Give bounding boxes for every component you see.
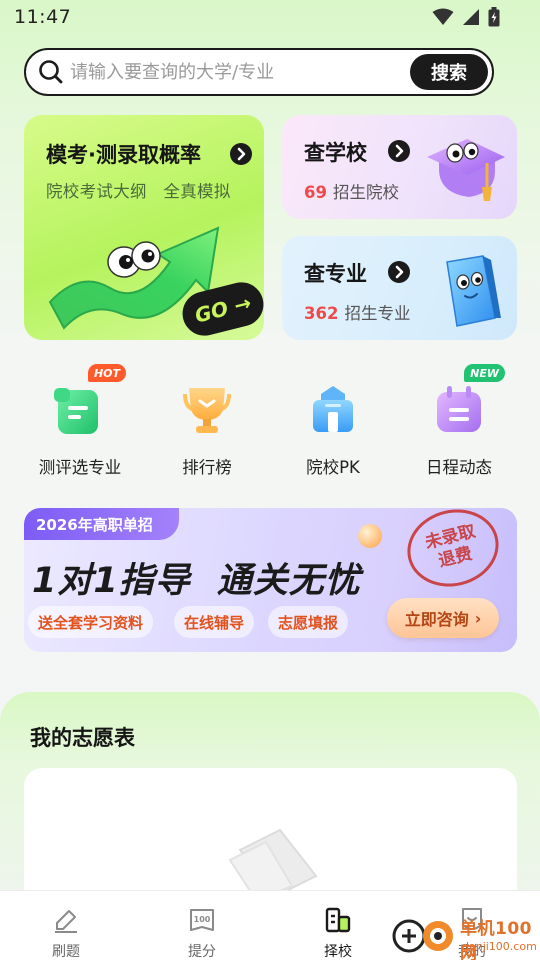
- search-icon: [39, 60, 63, 84]
- search-school-title: 查学校: [304, 141, 367, 165]
- evaluate-icon: HOT: [52, 364, 126, 438]
- banner-chip: 送全套学习资料: [28, 606, 154, 638]
- school-count-row: 69 招生院校: [304, 179, 399, 203]
- search-input[interactable]: [70, 58, 400, 86]
- quicknav-ranking[interactable]: 排行榜: [152, 382, 262, 478]
- wishlist-title: 我的志愿表: [30, 726, 135, 750]
- signal-icon: [463, 9, 479, 25]
- banner-tag: 2026年高职单招: [24, 508, 179, 540]
- major-count-label: 招生专业: [344, 304, 411, 323]
- promo-banner[interactable]: 2026年高职单招 1对1指导 通关无忧 未录取 退费 送全套学习资料 在线辅导 …: [24, 508, 517, 652]
- major-count: 362: [304, 304, 339, 323]
- refund-stamp: 未录取 退费: [399, 508, 507, 596]
- calendar-icon: NEW: [431, 364, 505, 438]
- wifi-icon: [432, 8, 454, 25]
- mock-exam-card[interactable]: 模考·测录取概率 院校考试大纲 全真模拟 GO →: [24, 115, 264, 340]
- banner-chip: 在线辅导: [174, 606, 255, 638]
- trophy-icon: [179, 382, 235, 438]
- arrow-right-circle-icon: [230, 143, 252, 165]
- choose-school-icon: [325, 907, 351, 933]
- consult-now-label: 立即咨询: [404, 610, 469, 629]
- quicknav-evaluate-major[interactable]: HOT 测评选专业: [25, 364, 135, 478]
- go-label: GO: [192, 296, 231, 328]
- tab-choose-school[interactable]: 择校: [298, 905, 378, 960]
- quicknav-school-pk[interactable]: 院校PK: [278, 382, 388, 478]
- banner-headline-part1: 1对1指导: [32, 561, 191, 601]
- graduation-cap-icon: [427, 139, 505, 201]
- quicknav-schedule[interactable]: NEW 日程动态: [404, 364, 514, 478]
- hot-tag: HOT: [87, 364, 126, 382]
- search-bar: 搜索: [24, 48, 494, 96]
- watermark-text: 单机100网: [460, 919, 532, 960]
- search-button[interactable]: 搜索: [410, 54, 488, 90]
- book-mascot-icon: [446, 255, 501, 327]
- consult-now-button[interactable]: 立即咨询 ›: [387, 598, 499, 638]
- mock-exam-title: 模考·测录取概率: [46, 143, 201, 167]
- new-tag: NEW: [464, 364, 505, 382]
- arrow-right-circle-icon: [388, 261, 410, 283]
- quicknav-label: 日程动态: [426, 458, 492, 477]
- search-major-card[interactable]: 查专业 362 招生专业: [282, 236, 517, 340]
- tab-practice[interactable]: 刷题: [26, 905, 106, 960]
- school-count: 69: [304, 183, 327, 202]
- orb-decoration: [358, 524, 382, 548]
- school-count-label: 招生院校: [332, 183, 399, 202]
- banner-chip: 志愿填报: [268, 606, 349, 638]
- watermark-url: danji100.com: [462, 940, 537, 953]
- svg-text:100: 100: [194, 915, 211, 924]
- school-building-icon: [305, 382, 361, 438]
- banner-headline-part2: 通关无忧: [216, 561, 361, 601]
- tab-label: 提分: [188, 944, 216, 960]
- arrow-right-circle-icon: [388, 140, 410, 162]
- status-bar: 11:47: [0, 0, 540, 36]
- status-icons: [432, 7, 500, 27]
- quicknav-label: 测评选专业: [38, 458, 122, 477]
- status-time: 11:47: [14, 6, 72, 28]
- score-icon: 100: [190, 909, 214, 931]
- quicknav-label: 排行榜: [182, 458, 232, 477]
- empty-plan-icon: [228, 828, 318, 900]
- mock-exam-subtitle: 院校考试大纲 全真模拟: [46, 182, 231, 201]
- search-major-title: 查专业: [304, 262, 367, 286]
- tab-score[interactable]: 100 提分: [162, 905, 242, 960]
- banner-headline: 1对1指导 通关无忧: [32, 552, 361, 603]
- tab-label: 择校: [324, 944, 352, 960]
- major-count-row: 362 招生专业: [304, 300, 410, 324]
- battery-icon: [488, 7, 500, 27]
- search-school-card[interactable]: 查学校 69 招生院校: [282, 115, 517, 219]
- chevron-right-icon: ›: [474, 608, 482, 628]
- tab-label: 刷题: [52, 944, 80, 960]
- quicknav-label: 院校PK: [306, 458, 360, 477]
- practice-icon: [55, 910, 77, 933]
